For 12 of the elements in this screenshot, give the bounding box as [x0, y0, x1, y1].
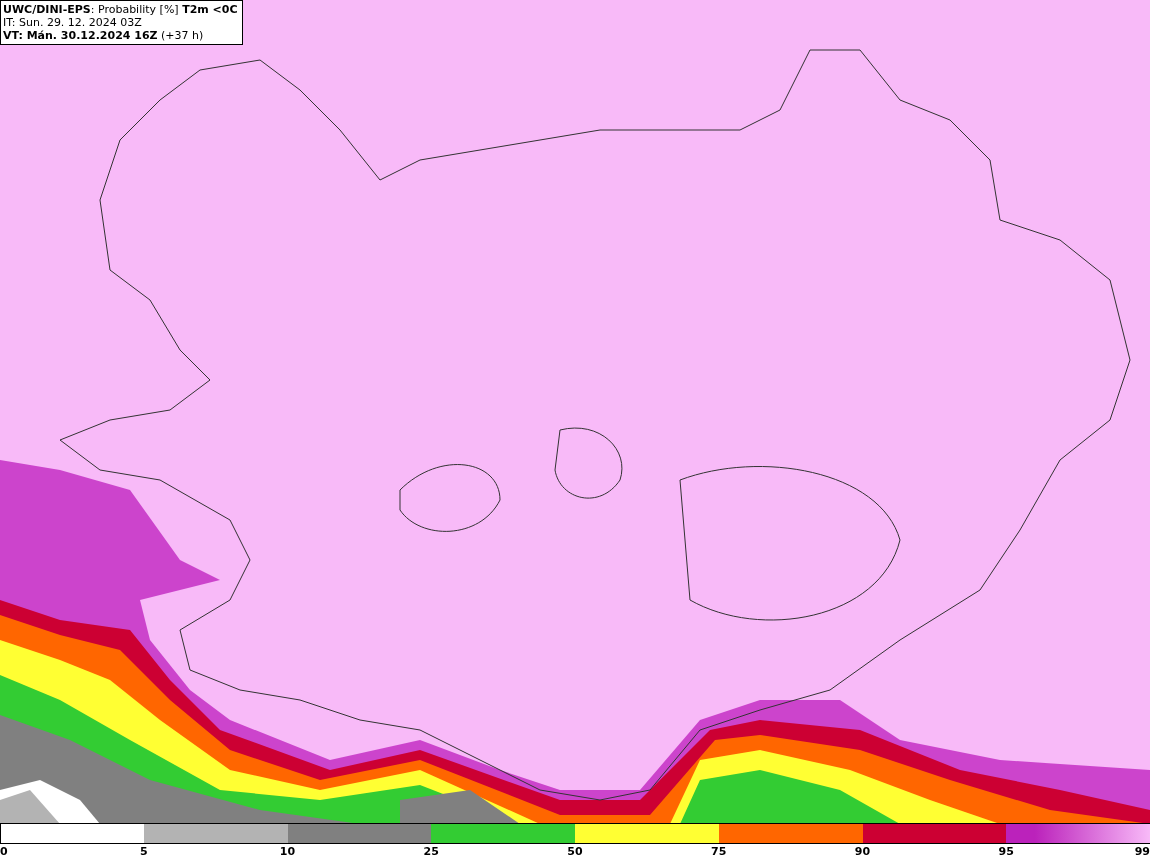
map-title-line: IT: Sun. 29. 12. 2024 03Z	[3, 16, 143, 29]
legend-tick-label: 25	[423, 845, 439, 859]
legend-tick-label: 0	[0, 845, 8, 859]
legend-tick-label: 10	[279, 845, 296, 859]
legend-tick-label: 95	[998, 845, 1014, 859]
legend-tick-label: 75	[711, 845, 727, 859]
legend-tick-label: 5	[139, 845, 148, 859]
map-title-line: UWC/DINI-EPS: Probability [%] T2m <0C	[3, 3, 238, 16]
legend-tick-label: 99	[1134, 845, 1150, 859]
legend-tick-label: 90	[854, 845, 871, 859]
map-title-line: VT: Mán. 30.12.2024 16Z (+37 h)	[3, 29, 205, 42]
legend-tick-label: 50	[567, 845, 583, 859]
